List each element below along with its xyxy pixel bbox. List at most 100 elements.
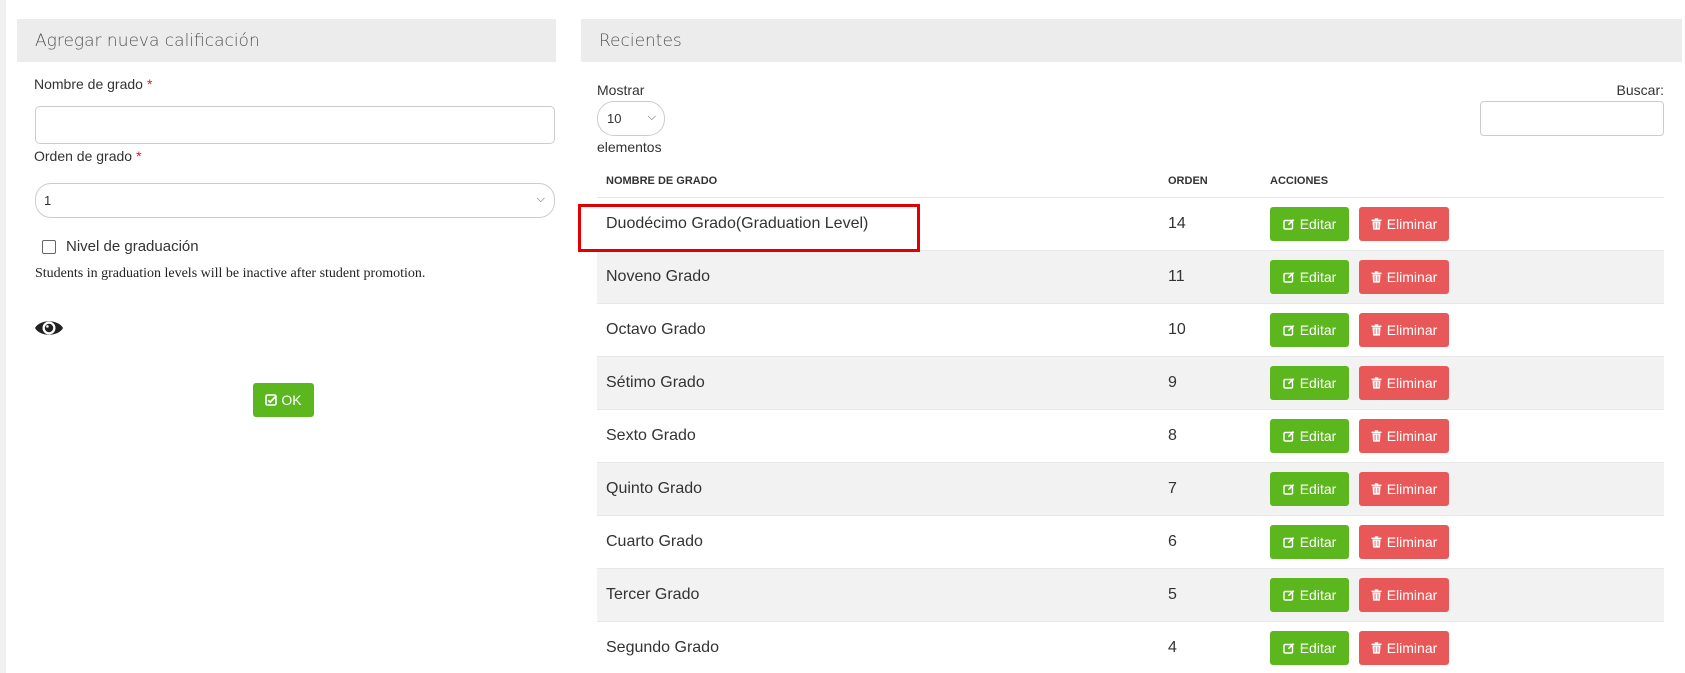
delete-button[interactable]: Eliminar xyxy=(1359,366,1449,400)
edit-button-label: Editar xyxy=(1299,216,1337,232)
chevron-down-icon: ⌵ xyxy=(536,193,545,205)
edit-button[interactable]: Editar xyxy=(1270,472,1349,506)
delete-button-label: Eliminar xyxy=(1386,269,1438,285)
recent-panel-title: Recientes xyxy=(581,19,1682,62)
grade-name-cell: Quinto Grado xyxy=(606,480,703,497)
grade-order-label: Orden de grado * xyxy=(34,148,142,164)
edit-button[interactable]: Editar xyxy=(1270,366,1349,400)
eye-icon[interactable] xyxy=(34,316,66,340)
delete-button[interactable]: Eliminar xyxy=(1359,525,1449,559)
grade-name-label-text: Nombre de grado xyxy=(34,76,143,92)
table-row: Noveno Grado 11 Editar Eliminar xyxy=(597,251,1664,304)
row-actions: Editar Eliminar xyxy=(1262,419,1449,453)
row-actions: Editar Eliminar xyxy=(1262,631,1449,665)
edit-button[interactable]: Editar xyxy=(1270,419,1349,453)
row-actions: Editar Eliminar xyxy=(1262,525,1449,559)
grade-order-label-text: Orden de grado xyxy=(34,148,133,164)
show-entries-label: Mostrar xyxy=(597,82,645,98)
page-gutter xyxy=(0,0,6,673)
delete-button-label: Eliminar xyxy=(1386,322,1438,338)
row-actions: Editar Eliminar xyxy=(1262,313,1449,347)
grade-name-cell: Sexto Grado xyxy=(606,427,696,444)
edit-button-label: Editar xyxy=(1299,640,1337,656)
edit-button-label: Editar xyxy=(1299,428,1337,444)
delete-button-label: Eliminar xyxy=(1386,481,1438,497)
delete-button[interactable]: Eliminar xyxy=(1359,631,1449,665)
search-input[interactable] xyxy=(1480,101,1664,136)
grade-order-cell: 4 xyxy=(1168,639,1177,656)
grade-order-cell: 7 xyxy=(1168,480,1177,497)
edit-button[interactable]: Editar xyxy=(1270,631,1349,665)
graduation-level-label: Nivel de graduación xyxy=(66,238,199,255)
table-row: Sétimo Grado 9 Editar Eliminar xyxy=(597,357,1664,410)
grade-order-cell: 8 xyxy=(1168,427,1177,444)
add-grade-panel: Agregar nueva calificación Nombre de gra… xyxy=(17,19,556,417)
table-row: Quinto Grado 7 Editar Eliminar xyxy=(597,463,1664,516)
grade-name-label: Nombre de grado * xyxy=(34,76,152,92)
delete-button[interactable]: Eliminar xyxy=(1359,313,1449,347)
grade-name-input[interactable] xyxy=(35,106,555,144)
edit-icon xyxy=(1283,272,1294,283)
recent-grades-panel: Recientes Mostrar 10 ⌵ elementos Buscar:… xyxy=(581,19,1682,673)
delete-button-label: Eliminar xyxy=(1386,216,1438,232)
grade-order-select[interactable]: 1 ⌵ xyxy=(35,183,555,218)
ok-button[interactable]: OK xyxy=(253,383,314,417)
delete-button[interactable]: Eliminar xyxy=(1359,578,1449,612)
edit-button-label: Editar xyxy=(1299,587,1337,603)
edit-button-label: Editar xyxy=(1299,534,1337,550)
chevron-down-icon: ⌵ xyxy=(647,111,656,123)
graduation-help-text: Students in graduation levels will be in… xyxy=(35,266,426,281)
edit-icon xyxy=(1283,431,1294,442)
row-actions: Editar Eliminar xyxy=(1262,366,1449,400)
grade-order-cell: 5 xyxy=(1168,586,1177,603)
delete-button-label: Eliminar xyxy=(1386,640,1438,656)
required-mark: * xyxy=(136,148,142,164)
elements-label: elementos xyxy=(597,139,662,155)
trash-icon xyxy=(1371,483,1382,495)
edit-button[interactable]: Editar xyxy=(1270,313,1349,347)
edit-button-label: Editar xyxy=(1299,375,1337,391)
grade-name-cell: Segundo Grado xyxy=(606,639,719,656)
row-actions: Editar Eliminar xyxy=(1262,260,1449,294)
column-header-actions: ACCIONES xyxy=(1270,174,1329,187)
table-row: Tercer Grado 5 Editar Eliminar xyxy=(597,569,1664,622)
edit-icon xyxy=(1283,325,1294,336)
highlight-annotation xyxy=(578,204,920,252)
grade-order-cell: 10 xyxy=(1168,321,1186,338)
row-actions: Editar Eliminar xyxy=(1262,472,1449,506)
edit-icon xyxy=(1283,643,1294,654)
add-grade-panel-title: Agregar nueva calificación xyxy=(17,19,556,62)
delete-button[interactable]: Eliminar xyxy=(1359,260,1449,294)
grade-order-cell: 14 xyxy=(1168,215,1186,232)
delete-button[interactable]: Eliminar xyxy=(1359,207,1449,241)
graduation-level-row[interactable]: Nivel de graduación xyxy=(42,238,199,255)
page-length-select[interactable]: 10 ⌵ xyxy=(597,101,665,136)
grade-name-cell: Noveno Grado xyxy=(606,268,711,285)
delete-button-label: Eliminar xyxy=(1386,428,1438,444)
edit-button[interactable]: Editar xyxy=(1270,525,1349,559)
trash-icon xyxy=(1371,430,1382,442)
grade-name-cell: Octavo Grado xyxy=(606,321,706,338)
table-row: Sexto Grado 8 Editar Eliminar xyxy=(597,410,1664,463)
column-header-name[interactable]: NOMBRE DE GRADO xyxy=(597,175,1160,187)
column-header-order[interactable]: ORDEN xyxy=(1160,175,1262,187)
grade-name-cell: Sétimo Grado xyxy=(606,374,705,391)
table-row: Segundo Grado 4 Editar Eliminar xyxy=(597,622,1664,673)
edit-button[interactable]: Editar xyxy=(1270,207,1349,241)
check-square-icon xyxy=(265,394,278,406)
edit-icon xyxy=(1283,219,1294,230)
graduation-level-checkbox[interactable] xyxy=(42,239,56,254)
edit-button[interactable]: Editar xyxy=(1270,260,1349,294)
trash-icon xyxy=(1371,536,1382,548)
row-actions: Editar Eliminar xyxy=(1262,578,1449,612)
grade-order-value: 1 xyxy=(44,193,52,208)
search-label: Buscar: xyxy=(1616,82,1664,98)
delete-button[interactable]: Eliminar xyxy=(1359,472,1449,506)
edit-icon xyxy=(1283,590,1294,601)
grade-order-cell: 9 xyxy=(1168,374,1177,391)
trash-icon xyxy=(1371,218,1382,230)
delete-button[interactable]: Eliminar xyxy=(1359,419,1449,453)
edit-icon xyxy=(1283,378,1294,389)
trash-icon xyxy=(1371,589,1382,601)
edit-button[interactable]: Editar xyxy=(1270,578,1349,612)
